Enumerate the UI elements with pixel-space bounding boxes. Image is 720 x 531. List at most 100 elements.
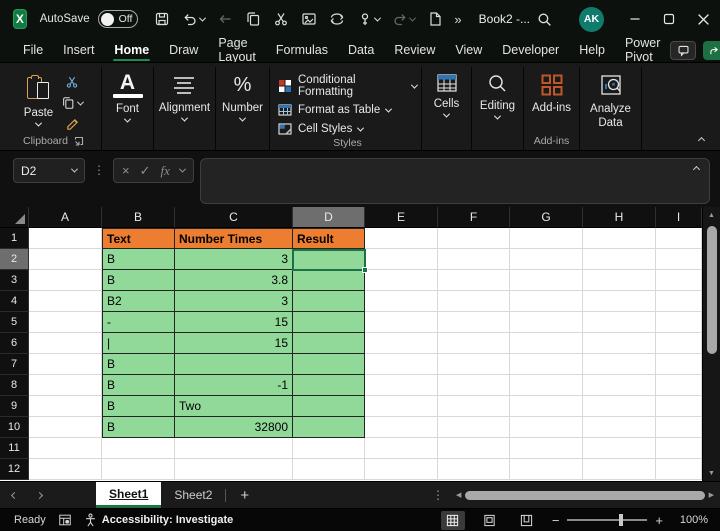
vertical-scroll-thumb[interactable] xyxy=(707,226,717,354)
touch-mode-button[interactable] xyxy=(351,4,386,34)
formula-input[interactable] xyxy=(200,158,710,204)
cell-G9[interactable] xyxy=(510,396,583,417)
zoom-percentage[interactable]: 100% xyxy=(676,514,708,526)
cell-B10[interactable]: B xyxy=(102,417,175,438)
cell-F6[interactable] xyxy=(438,333,510,354)
cell-G3[interactable] xyxy=(510,270,583,291)
sheet-tab-sheet2[interactable]: Sheet2 xyxy=(161,482,225,508)
cell-G4[interactable] xyxy=(510,291,583,312)
tab-file[interactable]: File xyxy=(13,38,53,62)
cell-H1[interactable] xyxy=(583,228,656,249)
add-sheet-button[interactable]: + xyxy=(226,482,263,508)
confirm-entry-button[interactable]: ✓ xyxy=(140,163,151,179)
cell-A7[interactable] xyxy=(29,354,102,375)
maximize-button[interactable] xyxy=(652,0,686,38)
tab-page-layout[interactable]: Page Layout xyxy=(208,38,266,62)
cell-C8[interactable]: -1 xyxy=(175,375,293,396)
cell-G10[interactable] xyxy=(510,417,583,438)
cell-E11[interactable] xyxy=(365,438,438,459)
cells-button[interactable]: Cells xyxy=(434,69,460,118)
cell-B8[interactable]: B xyxy=(102,375,175,396)
column-header-A[interactable]: A xyxy=(29,207,102,228)
save-button[interactable] xyxy=(148,4,176,34)
cell-E8[interactable] xyxy=(365,375,438,396)
cell-G5[interactable] xyxy=(510,312,583,333)
editing-button[interactable]: Editing xyxy=(480,69,515,120)
conditional-formatting-button[interactable]: Conditional Formatting xyxy=(278,74,417,98)
cell-B3[interactable]: B xyxy=(102,270,175,291)
horizontal-scroll-thumb[interactable] xyxy=(465,491,704,500)
excel-logo-icon[interactable]: X xyxy=(13,9,27,29)
cell-A12[interactable] xyxy=(29,459,102,480)
cell-D1[interactable]: Result xyxy=(293,228,365,249)
tab-data[interactable]: Data xyxy=(338,38,384,62)
alignment-button[interactable]: Alignment xyxy=(159,69,210,122)
row-header-8[interactable]: 8 xyxy=(0,375,29,396)
cell-C6[interactable]: 15 xyxy=(175,333,293,354)
cell-F8[interactable] xyxy=(438,375,510,396)
tab-power-pivot[interactable]: Power Pivot xyxy=(615,38,670,62)
cell-H12[interactable] xyxy=(583,459,656,480)
cell-D8[interactable] xyxy=(293,375,365,396)
cell-A2[interactable] xyxy=(29,249,102,270)
cell-F4[interactable] xyxy=(438,291,510,312)
cell-D11[interactable] xyxy=(293,438,365,459)
cell-D7[interactable] xyxy=(293,354,365,375)
tab-developer[interactable]: Developer xyxy=(492,38,569,62)
cell-E3[interactable] xyxy=(365,270,438,291)
cell-C3[interactable]: 3.8 xyxy=(175,270,293,291)
row-header-6[interactable]: 6 xyxy=(0,333,29,354)
cell-E1[interactable] xyxy=(365,228,438,249)
row-header-2[interactable]: 2 xyxy=(0,249,29,270)
close-button[interactable] xyxy=(686,0,720,38)
column-header-E[interactable]: E xyxy=(365,207,438,228)
cell-H5[interactable] xyxy=(583,312,656,333)
row-header-1[interactable]: 1 xyxy=(0,228,29,249)
redo-button[interactable] xyxy=(386,4,421,34)
column-header-F[interactable]: F xyxy=(438,207,510,228)
cell-D6[interactable] xyxy=(293,333,365,354)
cell-B4[interactable]: B2 xyxy=(102,291,175,312)
scroll-down-icon[interactable]: ▼ xyxy=(708,465,715,481)
cell-I6[interactable] xyxy=(656,333,702,354)
scroll-up-icon[interactable]: ▲ xyxy=(708,207,715,223)
comments-button[interactable] xyxy=(670,41,696,60)
cell-D12[interactable] xyxy=(293,459,365,480)
cell-C7[interactable] xyxy=(175,354,293,375)
tab-formulas[interactable]: Formulas xyxy=(266,38,338,62)
cell-styles-button[interactable]: Cell Styles xyxy=(278,122,363,136)
page-layout-view-button[interactable] xyxy=(478,511,502,530)
cell-H3[interactable] xyxy=(583,270,656,291)
cell-I9[interactable] xyxy=(656,396,702,417)
column-header-H[interactable]: H xyxy=(583,207,656,228)
cell-C9[interactable]: Two xyxy=(175,396,293,417)
cut-button[interactable] xyxy=(267,4,295,34)
cell-D3[interactable] xyxy=(293,270,365,291)
toolbar-overflow-button[interactable]: » xyxy=(449,12,466,27)
cell-I4[interactable] xyxy=(656,291,702,312)
cell-I8[interactable] xyxy=(656,375,702,396)
cell-D9[interactable] xyxy=(293,396,365,417)
cell-D2[interactable] xyxy=(293,249,365,270)
cell-F12[interactable] xyxy=(438,459,510,480)
cell-E10[interactable] xyxy=(365,417,438,438)
cell-B5[interactable]: - xyxy=(102,312,175,333)
cell-I3[interactable] xyxy=(656,270,702,291)
new-document-button[interactable] xyxy=(421,4,449,34)
cell-I10[interactable] xyxy=(656,417,702,438)
cell-B1[interactable]: Text xyxy=(102,228,175,249)
cell-H10[interactable] xyxy=(583,417,656,438)
cell-F11[interactable] xyxy=(438,438,510,459)
cell-G11[interactable] xyxy=(510,438,583,459)
addins-button[interactable]: Add-ins xyxy=(532,69,571,114)
autosave-toggle[interactable]: Off xyxy=(98,10,139,28)
cell-A4[interactable] xyxy=(29,291,102,312)
cell-G6[interactable] xyxy=(510,333,583,354)
zoom-out-button[interactable]: − xyxy=(552,513,560,528)
cell-A1[interactable] xyxy=(29,228,102,249)
column-header-I[interactable]: I xyxy=(656,207,702,228)
column-header-B[interactable]: B xyxy=(102,207,175,228)
tab-help[interactable]: Help xyxy=(569,38,615,62)
cell-H2[interactable] xyxy=(583,249,656,270)
zoom-in-button[interactable]: + xyxy=(655,513,663,528)
